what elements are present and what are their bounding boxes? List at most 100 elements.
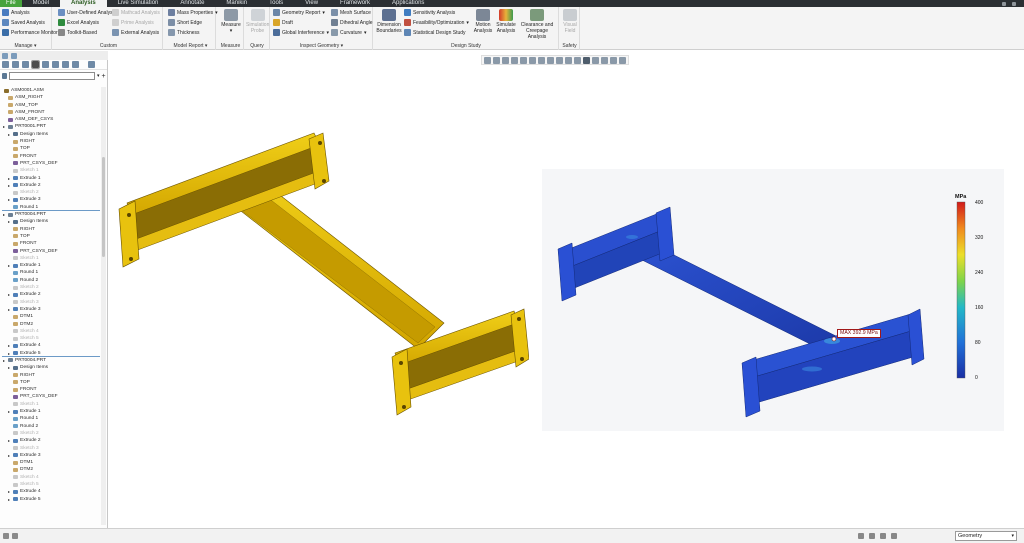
tree-item[interactable]: Sketch 3	[2, 445, 100, 452]
section-icon[interactable]	[547, 57, 554, 64]
dropdown-icon[interactable]: ▾	[97, 73, 100, 79]
expand-icon[interactable]: ▸	[8, 342, 10, 349]
expand-icon[interactable]: ▸	[8, 262, 10, 269]
navigator-icon[interactable]	[12, 533, 18, 539]
tree-item[interactable]: DTM1	[2, 313, 100, 320]
tree-item[interactable]: FRONT	[2, 386, 100, 393]
analysis-button[interactable]: Analysis	[2, 8, 30, 17]
named-views-icon[interactable]	[529, 57, 536, 64]
tree-item[interactable]: Sketch 5	[2, 481, 100, 488]
selection-icon[interactable]	[858, 533, 864, 539]
tree-item[interactable]: Round 2	[2, 423, 100, 430]
folder-icon[interactable]	[22, 61, 29, 68]
menu-tab-model[interactable]: Model	[22, 0, 60, 7]
tree-item[interactable]: DTM2	[2, 466, 100, 473]
performance-monitor-button[interactable]: Performance Monitor	[2, 28, 58, 37]
tree-item[interactable]: Sketch 1	[2, 167, 100, 174]
sensitivity-analysis-button[interactable]: Sensitivity Analysis	[404, 8, 455, 17]
tree-item[interactable]: ▸ Extrude 4	[2, 488, 100, 495]
tree-search-input[interactable]	[9, 72, 95, 80]
tree-item[interactable]: ▸ Extrude 2	[2, 437, 100, 444]
model-tree-icon[interactable]	[2, 61, 9, 68]
layer-icon[interactable]	[12, 61, 19, 68]
global-interference-button[interactable]: Global Interference ▾	[273, 28, 329, 37]
menu-tab-file[interactable]: File	[0, 0, 22, 7]
expand-icon[interactable]: ▸	[8, 175, 10, 182]
tree-item[interactable]: TOP	[2, 145, 100, 152]
tree-item[interactable]: TOP	[2, 233, 100, 240]
mass-properties-button[interactable]: Mass Properties ▾	[168, 8, 218, 17]
expand-icon[interactable]: ▸	[8, 350, 10, 357]
draft-button[interactable]: Draft	[273, 18, 293, 27]
expand-icon[interactable]: ▸	[8, 364, 10, 371]
dimension-boundaries-button[interactable]: Dimension Boundaries	[376, 9, 402, 34]
tree-item[interactable]: ▸ Design Items	[2, 364, 100, 371]
expand-icon[interactable]: ▸	[8, 452, 10, 459]
expand-icon[interactable]: ▸	[8, 488, 10, 495]
menu-tab-live-simulation[interactable]: Live Simulation	[107, 0, 170, 7]
tree-item[interactable]: Sketch 2	[2, 284, 100, 291]
menu-tab-applications[interactable]: Applications	[381, 0, 435, 7]
tree-item[interactable]: ASM_DEF_CSYS	[2, 116, 100, 123]
menu-tab-view[interactable]: View	[294, 0, 329, 7]
add-icon[interactable]: +	[102, 73, 106, 80]
tree-item[interactable]: TOP	[2, 379, 100, 386]
external-analysis-button[interactable]: External Analysis	[112, 28, 159, 37]
tree-item[interactable]: ▸ Extrude 4	[2, 342, 100, 349]
tree-item[interactable]: DTM1	[2, 459, 100, 466]
expand-icon[interactable]: ▸	[3, 123, 5, 130]
tree-item[interactable]: Round 1	[2, 415, 100, 422]
curvature-button[interactable]: Curvature ▾	[331, 28, 366, 37]
tree-item[interactable]: ▸ Extrude 3	[2, 452, 100, 459]
tree-item[interactable]: ▸ Design Items	[2, 218, 100, 225]
expand-icon[interactable]: ▸	[3, 211, 5, 218]
grid-icon[interactable]	[610, 57, 617, 64]
tree-view-icon[interactable]	[31, 60, 40, 69]
toolkit-based-button[interactable]: Toolkit-Based	[58, 28, 97, 37]
menu-tab-annotate[interactable]: Annotate	[169, 0, 215, 7]
simulation-probe-button[interactable]: Simulation Probe	[246, 9, 269, 34]
tree-item[interactable]: Sketch 1	[2, 255, 100, 262]
expand-icon[interactable]: ▸	[8, 306, 10, 313]
tree-item[interactable]: Sketch 1	[2, 401, 100, 408]
tree-item[interactable]: ▸ PRT0004.PRT	[2, 357, 100, 364]
tree-item[interactable]: ▸ PRT0001.PRT	[2, 123, 100, 130]
tree-item[interactable]: ▸ PRT0004.PRT	[2, 211, 100, 218]
pause-icon[interactable]	[601, 57, 608, 64]
tree-item[interactable]: Sketch 4	[2, 474, 100, 481]
expand-icon[interactable]: ▸	[8, 291, 10, 298]
refit-icon[interactable]	[484, 57, 491, 64]
tree-item[interactable]: ▸ Extrude 3	[2, 196, 100, 203]
tree-item[interactable]: ▸ Extrude 1	[2, 175, 100, 182]
tree-item[interactable]: ▸ Extrude 3	[2, 306, 100, 313]
menu-tab-tools[interactable]: Tools	[258, 0, 294, 7]
tree-settings-icon[interactable]	[72, 61, 79, 68]
tree-item[interactable]: PRT_CSYS_DEF	[2, 160, 100, 167]
filter-icon[interactable]	[2, 73, 7, 79]
box-select-icon[interactable]	[869, 533, 875, 539]
tree-item[interactable]: ASM_RIGHT	[2, 94, 100, 101]
group-label-inspect-geometry[interactable]: Inspect Geometry ▾	[271, 43, 372, 49]
display-style-icon[interactable]	[538, 57, 545, 64]
tree-item[interactable]: ▸ Extrude 1	[2, 408, 100, 415]
tree-item[interactable]: ASM_TOP	[2, 102, 100, 109]
tree-item[interactable]: Sketch 3	[2, 299, 100, 306]
selection-filter[interactable]: Geometry ▾	[955, 531, 1017, 541]
appearance-icon[interactable]	[592, 57, 599, 64]
saved-orientations-icon[interactable]	[520, 57, 527, 64]
graphics-window[interactable]: MPa 400 320 240 160 80 0 MAX 392.9 MPa	[109, 51, 1024, 528]
tree-item[interactable]: Round 1	[2, 204, 100, 212]
bookmark-icon[interactable]	[62, 61, 69, 68]
simulate-analysis-button[interactable]: Simulate Analysis	[495, 9, 517, 34]
expand-icon[interactable]: ▸	[8, 408, 10, 415]
tree-item[interactable]: ASM0001.ASM	[2, 87, 100, 94]
find-icon[interactable]	[891, 533, 897, 539]
message-icon[interactable]	[3, 533, 9, 539]
columns-icon[interactable]	[52, 61, 59, 68]
tree-item[interactable]: Sketch 2	[2, 189, 100, 196]
search-icon[interactable]	[88, 61, 95, 68]
datum-display-icon[interactable]	[556, 57, 563, 64]
tree-item[interactable]: ▸ Extrude 2	[2, 291, 100, 298]
mesh-surface-button[interactable]: Mesh Surface	[331, 8, 371, 17]
tree-scrollbar[interactable]	[101, 87, 106, 525]
